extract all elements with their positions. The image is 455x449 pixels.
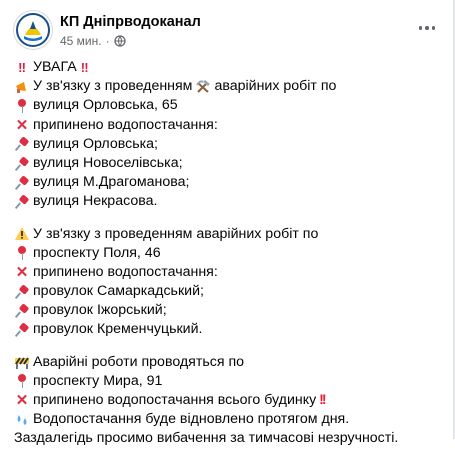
line-text: проспекту Поля, 46 xyxy=(33,244,161,261)
pushpin-icon xyxy=(14,136,30,152)
line-text: вулиця Орловська, 65 xyxy=(33,97,178,114)
line-text: провулок Іжорський; xyxy=(33,302,167,319)
list-item: вулиця Некрасова. xyxy=(14,192,444,211)
cross-mark-icon: ✕ xyxy=(15,263,29,281)
double-exclamation-icon: ‼ xyxy=(18,60,26,75)
cross-mark-icon: ✕ xyxy=(15,116,29,134)
post-header: КП Дніпрводоканал 45 мин. · xyxy=(13,10,443,52)
list-item: вулиця М.Драгоманова; xyxy=(14,173,444,192)
list-item: вулиця Орловська, 65 xyxy=(14,96,444,115)
sweat-droplets-icon xyxy=(14,412,30,428)
list-item: У зв'язку з проведенням аварійних робіт … xyxy=(14,77,444,96)
title-line: ‼ УВАГА ‼ xyxy=(14,58,444,77)
round-pushpin-icon xyxy=(14,98,30,114)
globe-icon xyxy=(113,35,126,47)
page-name[interactable]: КП Дніпрводоканал xyxy=(60,14,201,30)
line-text: Аварійні роботи проводяться по xyxy=(33,353,245,370)
line-text: У зв'язку з проведенням xyxy=(33,78,193,95)
line-text: вулиця Некрасова. xyxy=(33,193,158,210)
construction-icon xyxy=(14,354,30,370)
round-pushpin-icon xyxy=(14,373,30,389)
line-text: У зв'язку з проведенням аварійних робіт … xyxy=(33,225,319,242)
list-item: ✕ припинено водопостачання: xyxy=(14,263,444,282)
post-time[interactable]: 45 мин. xyxy=(60,34,102,48)
title-text: УВАГА xyxy=(33,59,77,75)
list-item: У зв'язку з проведенням аварійних робіт … xyxy=(14,225,444,244)
list-item: вулиця Орловська; xyxy=(14,135,444,154)
page-logo-icon xyxy=(16,13,50,47)
post-text: ‼ УВАГА ‼ У зв'язку з проведенням аварій… xyxy=(14,58,444,449)
line-text: вулиця Новоселівська; xyxy=(33,154,183,171)
line-text: припинено водопостачання всього будинку xyxy=(33,392,317,408)
double-exclamation-icon: !! xyxy=(319,392,327,408)
pushpin-icon xyxy=(14,284,30,300)
megaphone-icon xyxy=(14,79,30,95)
warning-icon xyxy=(14,226,30,242)
avatar[interactable] xyxy=(13,10,53,50)
list-item: ✕ припинено водопостачання всього будинку… xyxy=(14,391,444,410)
list-item: Аварійні роботи проводяться по xyxy=(14,353,444,372)
list-item: Водопостачання буде відновлено протягом … xyxy=(14,410,444,429)
double-exclamation-icon: ‼ xyxy=(80,60,89,75)
line-text: вулиця М.Драгоманова; xyxy=(33,174,190,191)
list-item: провулок Самаркадський; xyxy=(14,282,444,301)
hammer-and-pick-icon xyxy=(195,79,211,95)
post-meta: 45 мин. · xyxy=(60,34,126,48)
pushpin-icon xyxy=(14,322,30,338)
list-item: вулиця Новоселівська; xyxy=(14,154,444,173)
more-horizontal-icon[interactable] xyxy=(415,18,439,38)
line-text: провулок Самаркадський; xyxy=(33,283,204,300)
list-item: провулок Кременчуцький. xyxy=(14,320,444,339)
line-text: проспекту Мира, 91 xyxy=(33,372,163,389)
list-item: проспекту Поля, 46 xyxy=(14,244,444,263)
line-text: припинено водопостачання: xyxy=(33,263,218,280)
line-text: провулок Кременчуцький. xyxy=(33,321,203,338)
facebook-post: КП Дніпрводоканал 45 мин. · ‼ УВАГА ‼ У … xyxy=(0,0,455,446)
dot-separator: · xyxy=(105,34,110,48)
list-item: проспекту Мира, 91 xyxy=(14,372,444,391)
pushpin-icon xyxy=(14,175,30,191)
pushpin-icon xyxy=(14,156,30,172)
pushpin-icon xyxy=(14,303,30,319)
pushpin-icon xyxy=(14,194,30,210)
cross-mark-icon: ✕ xyxy=(15,392,29,409)
round-pushpin-icon xyxy=(14,245,30,261)
line-text: припинено водопостачання: xyxy=(33,116,218,133)
list-item: провулок Іжорський; xyxy=(14,301,444,320)
line-text: Водопостачання буде відновлено протягом … xyxy=(33,411,350,428)
list-item: ✕ припинено водопостачання: xyxy=(14,116,444,135)
line-text: аварійних робіт по xyxy=(214,78,337,95)
line-text: вулиця Орловська; xyxy=(33,135,158,152)
